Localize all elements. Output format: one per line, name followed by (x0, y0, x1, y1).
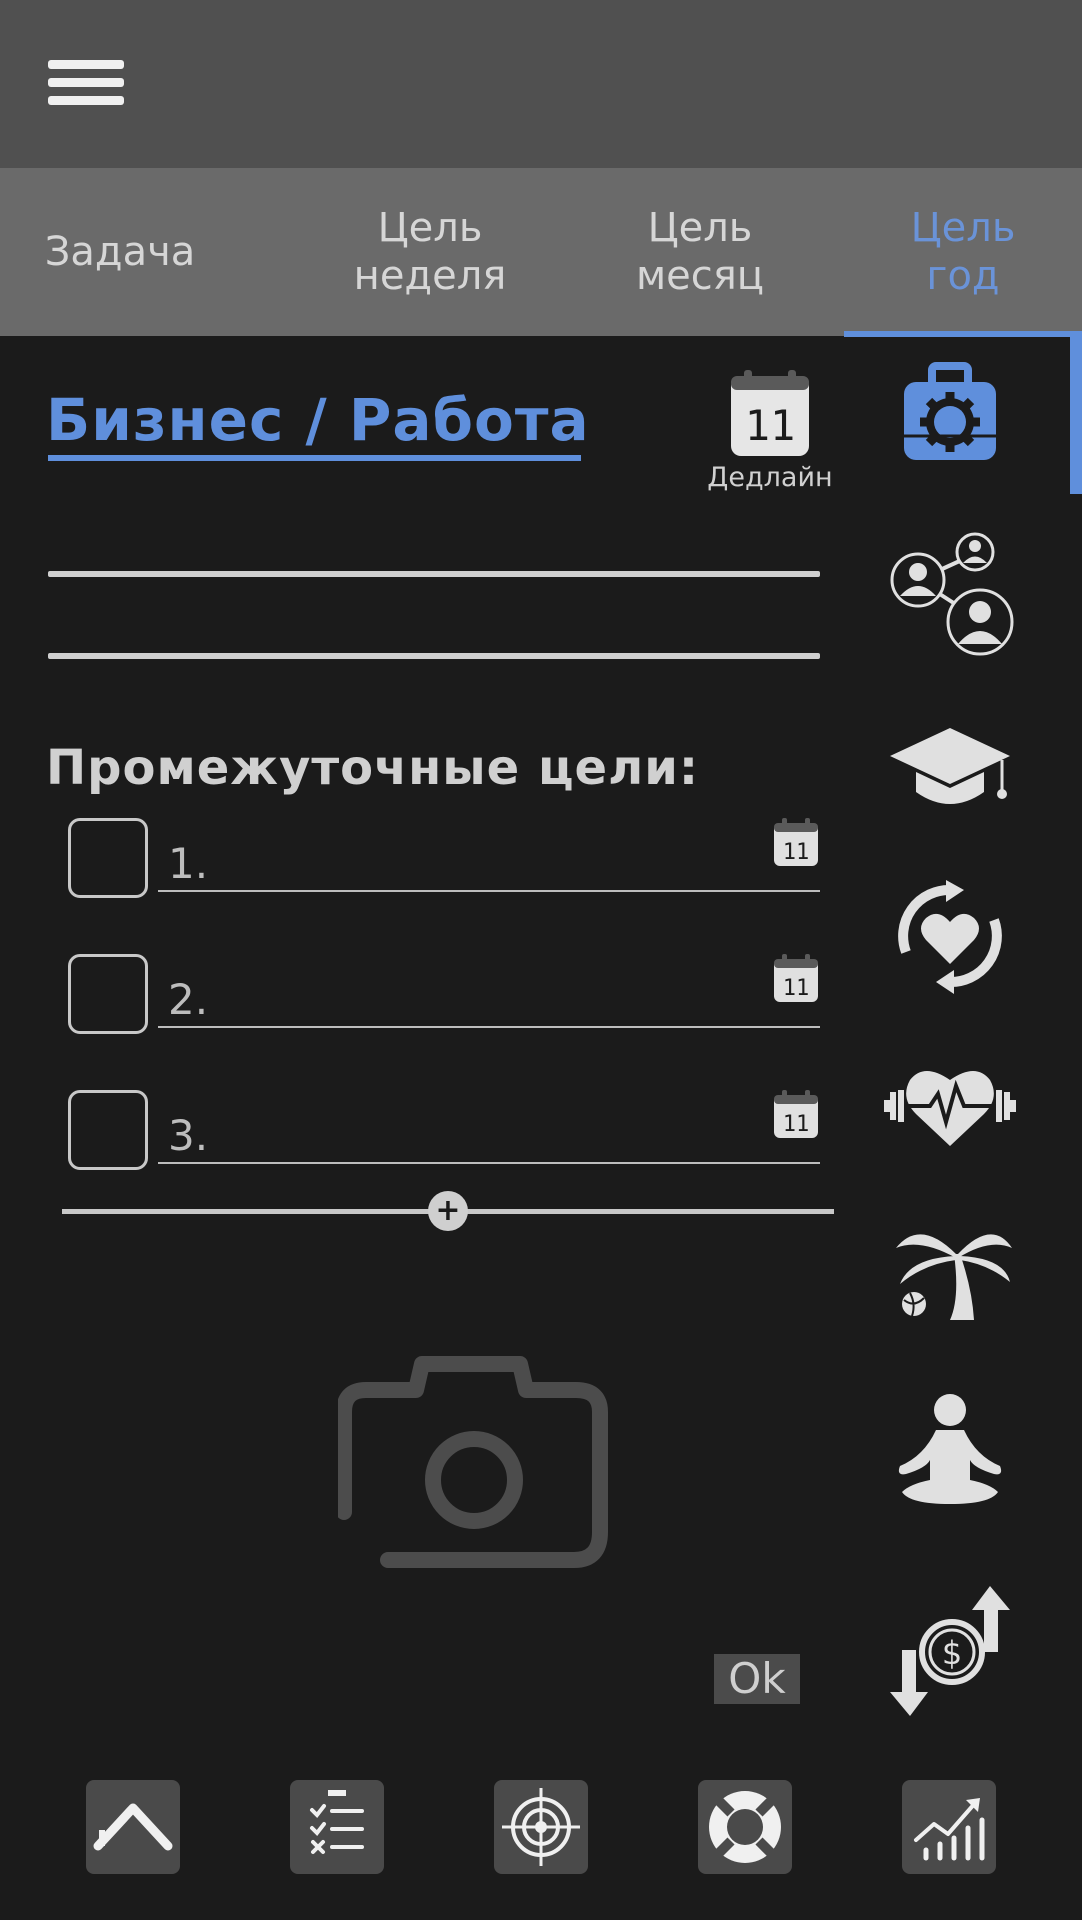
home-button[interactable] (86, 1780, 180, 1874)
subgoal-input[interactable]: 1. 11 (158, 818, 820, 892)
goal-type-tabs: Задача Цель неделя Цель месяц Цель год (0, 168, 1082, 336)
svg-text:11: 11 (783, 1112, 810, 1137)
subgoal-calendar-icon[interactable]: 11 (772, 954, 820, 1004)
tab-month-goal[interactable]: Цель месяц (580, 168, 820, 336)
home-icon (93, 1803, 173, 1851)
category-title-underline (48, 455, 581, 461)
tab-task[interactable]: Задача (0, 168, 240, 336)
subgoal-number: 3. (168, 1111, 209, 1160)
deadline-label: Дедлайн (707, 462, 833, 493)
subgoal-checkbox[interactable] (68, 818, 148, 898)
goals-button[interactable] (494, 1780, 588, 1874)
subgoal-input[interactable]: 2. 11 (158, 954, 820, 1028)
fitness-health-icon[interactable] (880, 1034, 1020, 1174)
subgoal-row: 2. 11 (68, 954, 820, 1044)
ok-button[interactable]: Ok (714, 1654, 800, 1704)
active-tab-indicator (844, 331, 1082, 337)
relationships-network-icon[interactable] (880, 522, 1020, 662)
hamburger-menu-icon[interactable] (48, 60, 124, 106)
top-app-bar (0, 0, 1082, 168)
vacation-palm-icon[interactable] (880, 1198, 1020, 1338)
subgoals-heading: Промежуточные цели: (46, 740, 700, 796)
meditation-icon[interactable] (880, 1380, 1020, 1520)
checklist-icon (310, 1790, 364, 1854)
subgoal-number: 2. (168, 975, 209, 1024)
education-cap-icon[interactable] (880, 698, 1020, 838)
target-icon (502, 1788, 580, 1866)
camera-icon[interactable] (338, 1352, 610, 1572)
finance-money-icon[interactable]: $ (880, 1578, 1020, 1718)
deadline-button[interactable]: 11 Дедлайн (700, 370, 840, 496)
deadline-day: 11 (745, 401, 796, 450)
category-title[interactable]: Бизнес / Работа (46, 386, 590, 454)
subgoal-input[interactable]: 3. 11 (158, 1090, 820, 1164)
description-line-2[interactable] (48, 653, 820, 659)
subgoal-row: 3. 11 (68, 1090, 820, 1180)
subgoal-calendar-icon[interactable]: 11 (772, 818, 820, 868)
calendar-icon: 11 (731, 370, 809, 456)
subgoal-calendar-icon[interactable]: 11 (772, 1090, 820, 1140)
business-briefcase-icon[interactable] (880, 350, 1020, 490)
self-care-heart-icon[interactable] (880, 866, 1020, 1006)
selected-category-indicator (1070, 336, 1082, 494)
help-button[interactable] (698, 1780, 792, 1874)
tab-year-goal[interactable]: Цель год (844, 168, 1082, 336)
add-subgoal-button[interactable]: + (428, 1191, 468, 1231)
subgoal-row: 1. 11 (68, 818, 820, 908)
lifebuoy-icon (709, 1791, 781, 1863)
tab-week-goal[interactable]: Цель неделя (310, 168, 550, 336)
subgoal-checkbox[interactable] (68, 954, 148, 1034)
tasks-button[interactable] (290, 1780, 384, 1874)
statistics-button[interactable] (902, 1780, 996, 1874)
subgoal-checkbox[interactable] (68, 1090, 148, 1170)
description-line-1[interactable] (48, 571, 820, 577)
growth-chart-icon (914, 1798, 985, 1861)
svg-text:11: 11 (783, 840, 810, 865)
subgoal-number: 1. (168, 839, 209, 888)
svg-text:$: $ (942, 1634, 962, 1672)
svg-text:11: 11 (783, 976, 810, 1001)
